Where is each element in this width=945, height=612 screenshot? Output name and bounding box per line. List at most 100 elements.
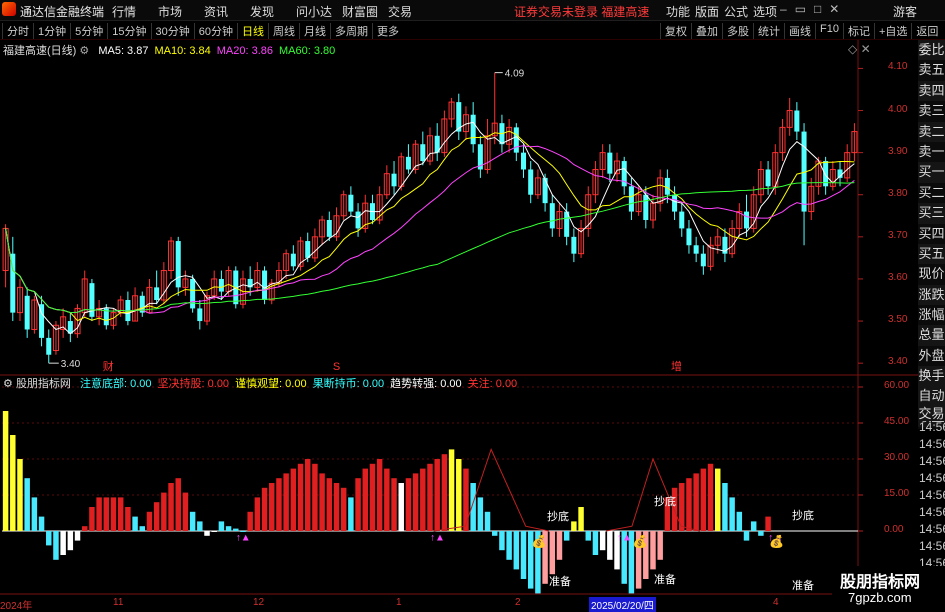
settings-icon[interactable]: ⚙ xyxy=(79,45,89,57)
indicator-bar xyxy=(10,435,16,531)
period-tab-4[interactable]: 30分钟 xyxy=(150,23,194,39)
quote-field-3[interactable]: 卖三 xyxy=(918,101,945,121)
candle xyxy=(125,291,131,326)
indicator-bar xyxy=(182,492,189,531)
candle xyxy=(700,245,706,275)
candle xyxy=(729,220,736,258)
indicator-bar xyxy=(607,531,613,560)
guest-user[interactable]: 游客 xyxy=(893,3,917,20)
menu-item-news[interactable]: 资讯 xyxy=(204,3,250,20)
menu-item-function[interactable]: 功能 xyxy=(666,3,695,20)
candles xyxy=(2,72,858,364)
period-tab-1[interactable]: 1分钟 xyxy=(33,23,70,39)
quote-field-10[interactable]: 买五 xyxy=(918,243,945,265)
money-bag-icon: 💰 xyxy=(633,534,648,548)
indicator-bar xyxy=(348,497,354,531)
auto-trade-0[interactable]: 自动 xyxy=(918,385,945,403)
quote-field-15[interactable]: 外盘 xyxy=(918,346,945,366)
quote-field-8[interactable]: 买三 xyxy=(918,203,945,224)
close-icon[interactable]: ✕ xyxy=(829,2,839,16)
login-notice[interactable]: 证券交易未登录 福建高速 xyxy=(514,3,649,20)
period-tab-10[interactable]: 更多 xyxy=(372,23,403,39)
candle xyxy=(2,224,9,288)
indicator-bar xyxy=(60,531,66,555)
candle xyxy=(175,236,181,296)
stock-title[interactable]: 福建高速(日线) xyxy=(3,45,76,57)
menu-item-layout[interactable]: 版面 xyxy=(695,3,724,20)
period-tab-5[interactable]: 60分钟 xyxy=(193,23,237,39)
quote-field-12[interactable]: 涨跌 xyxy=(918,284,945,306)
period-tab-8[interactable]: 月线 xyxy=(299,23,330,39)
chart-tool-4[interactable]: 画线 xyxy=(784,23,815,39)
ma-value-3: MA60: 3.80 xyxy=(279,45,336,57)
chart-tool-2[interactable]: 多股 xyxy=(722,23,753,39)
period-tab-2[interactable]: 5分钟 xyxy=(70,23,107,39)
indicator-bar xyxy=(456,459,462,531)
auto-trade-1[interactable]: 交易 xyxy=(918,403,945,421)
chart-tool-5[interactable]: F10 xyxy=(815,23,843,39)
chart-tool-1[interactable]: 叠加 xyxy=(691,23,722,39)
price-tick: 3.40 xyxy=(888,356,908,368)
indicator-bar xyxy=(434,459,440,531)
quote-field-14[interactable]: 总量 xyxy=(918,325,945,346)
indicator-bar xyxy=(46,531,52,546)
quote-field-2[interactable]: 卖四 xyxy=(918,80,945,102)
quote-field-0[interactable]: 委比 xyxy=(918,40,945,61)
candle xyxy=(757,161,764,204)
quote-field-6[interactable]: 买一 xyxy=(918,162,945,183)
indicator-tick: 60.00 xyxy=(884,380,910,391)
menu-item-options[interactable]: 选项 xyxy=(753,3,782,20)
chart-tool-8[interactable]: 返回 xyxy=(911,23,942,39)
candle xyxy=(693,236,699,263)
price-tick: 4.00 xyxy=(888,103,908,115)
candle xyxy=(96,300,103,326)
candle xyxy=(707,236,714,271)
indicator-bar xyxy=(420,468,426,531)
chart-tool-7[interactable]: +自选 xyxy=(873,23,911,39)
window-buttons: – ▭ □ ✕ xyxy=(780,2,839,16)
auto-trade-panel: 自动 交易 xyxy=(918,385,945,421)
minimize-icon[interactable]: – xyxy=(780,2,787,16)
time-cell: 14:56 xyxy=(919,437,945,451)
quote-field-7[interactable]: 买二 xyxy=(918,183,945,203)
menu-item-assistant[interactable]: 问小达 xyxy=(296,3,342,20)
period-tab-6[interactable]: 日线 xyxy=(237,23,268,39)
menu-item-trade[interactable]: 交易 xyxy=(388,3,434,20)
chart-tool-6[interactable]: 标记 xyxy=(842,23,874,39)
menu-item-discover[interactable]: 发现 xyxy=(250,3,296,20)
expand-icon[interactable]: ◇ ✕ xyxy=(848,42,871,56)
chart-tool-3[interactable]: 统计 xyxy=(753,23,784,39)
indicator-bar xyxy=(103,497,110,531)
kline-chart[interactable]: 4.093.40 财 S 增 ↑▲ ↑▲ ↑▲ ↑▲💰 💰 💰 xyxy=(0,40,918,609)
quote-field-16[interactable]: 换手 xyxy=(918,366,945,387)
indicator-name[interactable]: 股朋指标网 xyxy=(16,378,71,390)
indicator-settings-icon[interactable]: ⚙ xyxy=(3,378,13,390)
indicator-bar xyxy=(592,531,599,555)
menu-item-markets[interactable]: 市场 xyxy=(158,3,204,20)
restore-icon[interactable]: ▭ xyxy=(795,2,806,16)
indicator-bar xyxy=(211,531,217,532)
quote-field-1[interactable]: 卖五 xyxy=(918,60,945,80)
menu-item-formula[interactable]: 公式 xyxy=(724,3,753,20)
quote-field-11[interactable]: 现价 xyxy=(918,264,945,284)
period-tab-0[interactable]: 分时 xyxy=(2,23,33,39)
indicator-bar xyxy=(765,516,771,531)
quote-field-9[interactable]: 买四 xyxy=(918,224,945,244)
indicator-bar xyxy=(17,459,23,531)
candle xyxy=(441,110,448,157)
period-toolbar: 分时 1分钟 5分钟 15分钟 30分钟 60分钟 日线 周线 月线 多周期 更多 复权 叠加 多股 统计… xyxy=(0,21,945,40)
time-cell: 14:56 xyxy=(919,471,945,485)
menu-item-market[interactable]: 行情 xyxy=(112,3,158,20)
quote-field-5[interactable]: 卖一 xyxy=(918,142,945,162)
period-tab-9[interactable]: 多周期 xyxy=(330,23,372,39)
chart-tool-0[interactable]: 复权 xyxy=(660,23,691,39)
price-tick: 3.90 xyxy=(888,145,908,157)
maximize-icon[interactable]: □ xyxy=(814,2,821,16)
indicator-bar xyxy=(506,531,512,560)
indicator-value-2: 谨慎观望: 0.00 xyxy=(235,378,307,390)
quote-field-4[interactable]: 卖二 xyxy=(918,121,945,142)
quote-field-13[interactable]: 涨幅 xyxy=(918,305,945,325)
period-tab-3[interactable]: 15分钟 xyxy=(107,23,150,39)
menu-item-wealth[interactable]: 财富圈 xyxy=(342,3,388,20)
period-tab-7[interactable]: 周线 xyxy=(268,23,299,39)
